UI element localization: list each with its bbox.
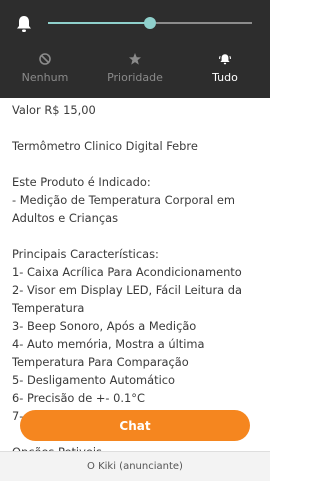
- notification-panel: Nenhum Prioridade Tudo: [0, 0, 270, 98]
- notification-mode-options: Nenhum Prioridade Tudo: [0, 50, 270, 90]
- feature-item: 2- Visor em Display LED, Fácil Leitura d…: [12, 283, 242, 315]
- block-icon: [39, 53, 51, 65]
- seller-footer[interactable]: O Kiki (anunciante): [0, 451, 270, 481]
- price-line: Valor R$ 15,00: [12, 103, 96, 117]
- option-none[interactable]: Nenhum: [0, 50, 90, 90]
- indication-text: - Medição de Temperatura Corporal em Adu…: [12, 193, 236, 225]
- option-priority[interactable]: Prioridade: [90, 50, 180, 90]
- product-title: Termômetro Clinico Digital Febre: [12, 139, 198, 153]
- feature-item: 5- Desligamento Automático: [12, 373, 175, 387]
- star-icon: [129, 53, 141, 65]
- option-all[interactable]: Tudo: [180, 50, 270, 90]
- bell-ringing-icon: [219, 54, 231, 65]
- slider-track-filled: [48, 22, 150, 24]
- feature-item: 1- Caixa Acrílica Para Acondicionamento: [12, 265, 242, 279]
- notification-level-slider[interactable]: [48, 16, 252, 30]
- option-priority-label: Prioridade: [107, 71, 163, 84]
- indication-heading: Este Produto é Indicado:: [12, 175, 151, 189]
- slider-thumb[interactable]: [144, 17, 156, 29]
- chat-button[interactable]: Chat: [20, 410, 250, 441]
- feature-item: 3- Beep Sonoro, Após a Medição: [12, 319, 197, 333]
- option-none-label: Nenhum: [21, 71, 69, 84]
- option-all-label: Tudo: [212, 71, 238, 84]
- bell-icon: [17, 16, 31, 32]
- slider-track: [156, 22, 252, 24]
- feature-item: 4- Auto memória, Mostra a última Tempera…: [12, 337, 205, 369]
- features-heading: Principais Características:: [12, 247, 159, 261]
- feature-item: 6- Precisão de +- 0.1°C: [12, 391, 145, 405]
